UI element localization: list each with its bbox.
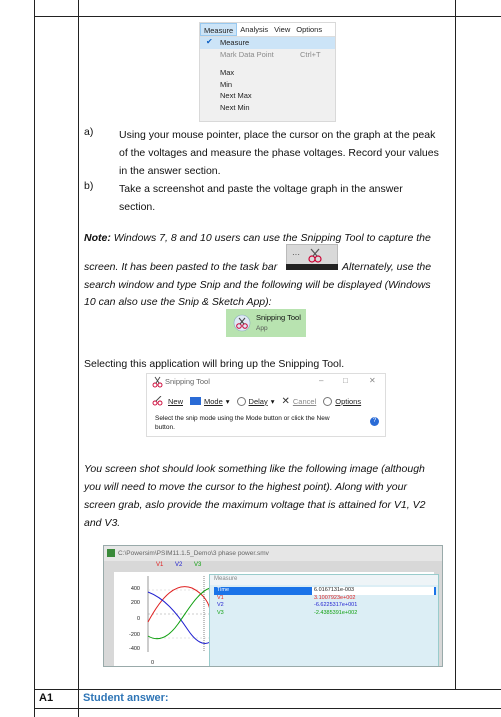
menu-item-next-max[interactable]: Next Max <box>200 90 335 102</box>
cancel-x-icon: ✕ <box>281 395 290 407</box>
row-id: A1 <box>39 692 54 704</box>
measure-title: Measure <box>210 575 438 585</box>
step-b-text: Take a screenshot and paste the voltage … <box>119 183 403 213</box>
scissors-icon <box>233 314 251 332</box>
menu-bar-measure[interactable]: Measure <box>200 23 238 36</box>
button-label: Delay <box>248 396 268 406</box>
note-line3: search window and type Snip and the foll… <box>84 279 431 291</box>
snipping-tool-window: Snipping Tool – □ ✕ New Mode ▾ Delay ▾ ✕… <box>146 373 386 437</box>
table-border-top <box>34 16 501 17</box>
mode-icon <box>190 397 202 405</box>
measure-menu-screenshot: Measure Analysis View Options ✔ Measure … <box>199 22 336 122</box>
menu-item-max[interactable]: Max <box>200 67 335 79</box>
measure-row-v2: V2 -6.6225317e+001 <box>217 602 358 608</box>
button-label: Mode <box>204 396 223 406</box>
xtick-0: 0 <box>150 660 154 666</box>
psim-title: C:\Powersim\PSIM11.1.5_Demo\3 phase powe… <box>118 550 269 557</box>
ytick-200: 200 <box>130 600 140 606</box>
menu-item-mark-data-point: Mark Data Point Ctrl+T <box>200 49 335 61</box>
psim-app-icon <box>107 549 115 557</box>
app-type: App <box>256 325 268 332</box>
menu-item-next-min[interactable]: Next Min <box>200 102 335 114</box>
snipping-tool-app-tile[interactable]: Snipping Tool App <box>226 309 306 337</box>
note-label: Note: <box>84 232 111 244</box>
menu-bar: Measure Analysis View Options <box>200 23 335 37</box>
delay-button[interactable]: Delay ▾ <box>236 396 275 406</box>
table-border-right <box>455 0 456 689</box>
mode-button[interactable]: Mode ▾ <box>190 397 230 406</box>
ytick-neg400: -400 <box>128 646 140 652</box>
note-line2b: Alternately, use the <box>342 261 432 273</box>
legend-v3: V3 <box>194 562 202 568</box>
menu-bar-options[interactable]: Options <box>293 23 325 36</box>
taskbar-strip <box>286 264 338 270</box>
menu-item-measure[interactable]: ✔ Measure <box>200 37 335 49</box>
close-icon[interactable]: ✕ <box>369 376 376 385</box>
menu-item-shortcut: Ctrl+T <box>300 49 321 59</box>
menu-item-label: Min <box>220 79 233 89</box>
menu-bar-analysis[interactable]: Analysis <box>237 23 271 36</box>
measure-row-v1: V1 3.1007923e+002 <box>217 594 356 601</box>
step-a-letter: a) <box>84 126 94 138</box>
maximize-icon[interactable]: □ <box>343 376 348 385</box>
table-border-col <box>78 0 79 717</box>
menu-item-label: Next Min <box>220 102 250 112</box>
menu-item-label: Mark Data Point <box>220 49 274 59</box>
ytick-neg200: -200 <box>128 632 140 638</box>
menu-item-label: Measure <box>220 38 250 48</box>
scissors-icon <box>308 248 322 263</box>
student-answer-label: Student answer: <box>83 692 169 704</box>
gear-icon <box>323 396 333 406</box>
measure-row-v3: V3 -2.4385391e+002 <box>217 609 358 616</box>
app-name: Snipping Tool <box>256 313 301 322</box>
ytick-0: 0 <box>136 616 140 622</box>
table-border-left <box>34 0 35 717</box>
checkmark-icon: ✔ <box>206 37 213 46</box>
psim-titlebar: C:\Powersim\PSIM11.1.5_Demo\3 phase powe… <box>104 546 442 561</box>
selecting-text: Selecting this application will bring up… <box>84 358 345 370</box>
cancel-button[interactable]: ✕ Cancel <box>282 396 317 407</box>
help-icon[interactable]: ? <box>370 417 379 426</box>
step-a-text: Using your mouse pointer, place the curs… <box>119 129 439 177</box>
step-b-letter: b) <box>84 180 94 192</box>
button-label: Options <box>335 396 362 406</box>
scissors-icon <box>152 396 163 406</box>
menu-bar-view[interactable]: View <box>271 23 293 36</box>
snip-toolbar: New Mode ▾ Delay ▾ ✕ Cancel Options <box>147 392 385 410</box>
table-row-divider <box>34 689 501 690</box>
button-label: Cancel <box>292 396 317 406</box>
window-title: Snipping Tool <box>165 377 210 386</box>
legend-v2: V2 <box>175 562 183 568</box>
menu-item-label: Next Max <box>220 91 252 101</box>
psim-legend: V1 V2 V3 <box>156 562 201 568</box>
menu-item-min[interactable]: Min <box>200 79 335 91</box>
button-label: New <box>168 396 184 406</box>
clock-icon <box>236 396 246 406</box>
note-line1: Note: Windows 7, 8 and 10 users can use … <box>84 232 431 244</box>
minimize-icon[interactable]: – <box>319 376 323 385</box>
table-border-bottom <box>34 708 501 709</box>
note-line2a: screen. It has been pasted to the task b… <box>84 261 278 273</box>
measure-panel: Measure Time 6.0167131e-003 V1 3.1007923e+… <box>209 574 439 666</box>
chevron-down-icon: ▾ <box>270 396 275 406</box>
ytick-400: 400 <box>130 586 140 592</box>
v2-wave <box>147 591 211 644</box>
menu-item-label: Max <box>220 68 235 78</box>
screenshot-instructions: You screen shot should look something li… <box>84 463 426 529</box>
psim-screenshot: C:\Powersim\PSIM11.1.5_Demo\3 phase powe… <box>103 545 443 667</box>
snip-mode-message: Select the snip mode using the Mode butt… <box>155 415 330 431</box>
v3-wave <box>147 587 211 640</box>
legend-v1: V1 <box>156 562 164 568</box>
chevron-down-icon: ▾ <box>225 396 230 406</box>
new-button[interactable]: New <box>151 396 183 406</box>
measure-row-time: Time 6.0167131e-003 <box>214 587 436 595</box>
options-button[interactable]: Options <box>323 396 362 406</box>
scissors-icon <box>152 376 163 388</box>
